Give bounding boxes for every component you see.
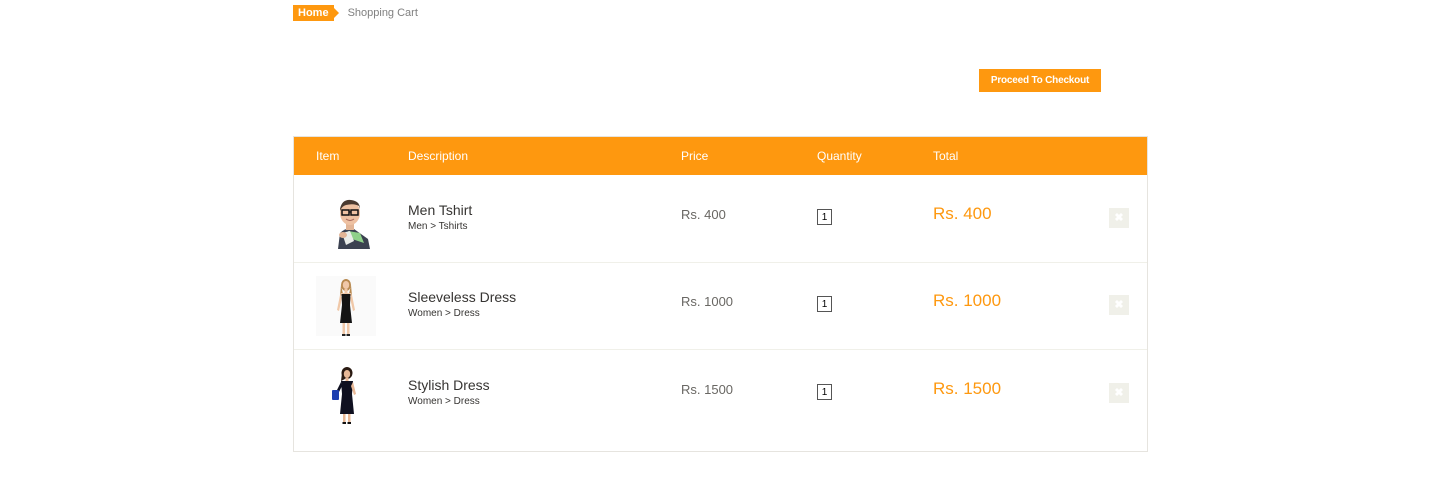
header-item: Item (316, 149, 340, 163)
close-icon: ✖ (1114, 386, 1124, 399)
delete-item-button[interactable]: ✖ (1109, 295, 1129, 315)
close-icon: ✖ (1114, 298, 1124, 311)
cart-page: Home Shopping Cart Proceed To Checkout I… (0, 0, 1440, 489)
product-category: Women > Dress (408, 396, 480, 407)
table-row: Men Tshirt Men > Tshirts Rs. 400 Rs. 400… (294, 175, 1147, 263)
product-image-sleeveless-dress[interactable] (316, 276, 376, 336)
product-category: Women > Dress (408, 308, 480, 319)
table-row: Stylish Dress Women > Dress Rs. 1500 Rs.… (294, 350, 1147, 437)
product-price: Rs. 1000 (681, 294, 734, 309)
breadcrumb-home-link[interactable]: Home (293, 5, 339, 21)
product-category: Men > Tshirts (408, 221, 468, 232)
header-total: Total (933, 149, 959, 163)
header-quantity: Quantity (817, 149, 862, 163)
close-icon: ✖ (1114, 211, 1124, 224)
cart-table: Item Description Price Quantity Total Me… (293, 136, 1148, 452)
product-image-stylish-dress[interactable] (316, 364, 376, 424)
product-total: Rs. 1000 (933, 291, 1002, 310)
product-name[interactable]: Stylish Dress (408, 377, 490, 393)
product-name[interactable]: Sleeveless Dress (408, 289, 516, 305)
product-total: Rs. 400 (933, 204, 992, 223)
proceed-to-checkout-button[interactable]: Proceed To Checkout (979, 69, 1101, 92)
product-total: Rs. 1500 (933, 379, 1002, 398)
table-row: Sleeveless Dress Women > Dress Rs. 1000 … (294, 262, 1147, 350)
header-description: Description (408, 149, 469, 163)
product-price: Rs. 1500 (681, 382, 734, 397)
quantity-input[interactable] (817, 209, 832, 225)
breadcrumb: Home Shopping Cart (293, 5, 418, 21)
product-image-men-tshirt[interactable] (316, 189, 376, 249)
cart-table-header: Item Description Price Quantity Total (294, 137, 1147, 175)
quantity-input[interactable] (817, 384, 832, 400)
product-name[interactable]: Men Tshirt (408, 202, 472, 218)
delete-item-button[interactable]: ✖ (1109, 208, 1129, 228)
header-price: Price (681, 149, 709, 163)
product-price: Rs. 400 (681, 207, 726, 222)
quantity-input[interactable] (817, 296, 832, 312)
breadcrumb-current: Shopping Cart (347, 7, 418, 19)
delete-item-button[interactable]: ✖ (1109, 383, 1129, 403)
